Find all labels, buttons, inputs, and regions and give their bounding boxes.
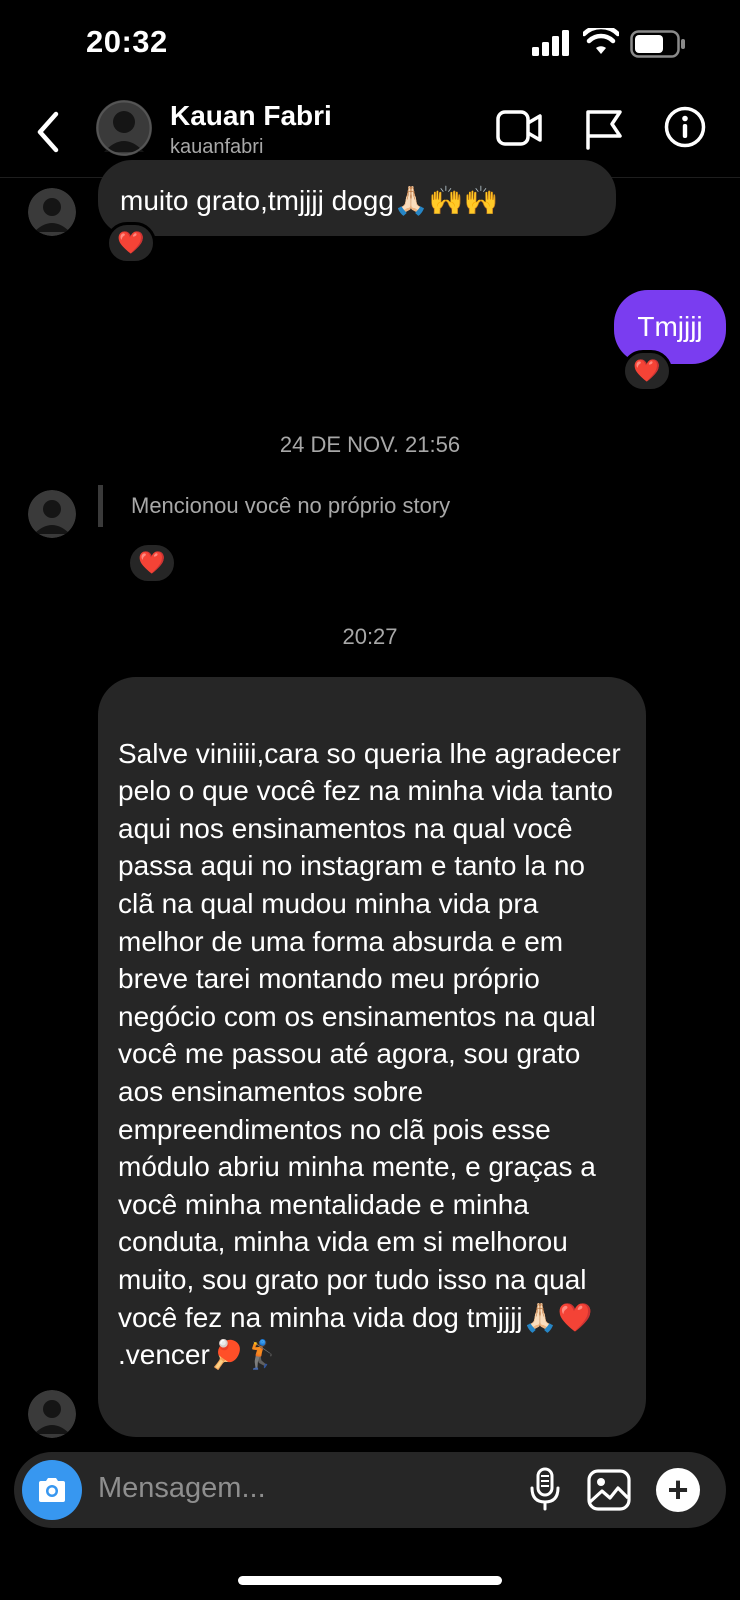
- contact-avatar[interactable]: [96, 100, 152, 156]
- message-text: Salve viniiii,cara so queria lhe agradec…: [118, 737, 621, 1371]
- status-time: 20:32: [86, 24, 168, 59]
- gallery-icon[interactable]: [586, 1468, 632, 1512]
- wifi-icon: [583, 28, 619, 54]
- story-mention-text: Mencionou você no próprio story: [131, 493, 451, 518]
- message-composer: Mensagem... +: [14, 1452, 726, 1528]
- contact-name[interactable]: Kauan Fabri: [170, 100, 332, 132]
- battery-icon: [630, 30, 685, 58]
- flag-icon[interactable]: [584, 108, 624, 150]
- status-bar: 20:32: [0, 0, 740, 90]
- contact-username[interactable]: kauanfabri: [170, 136, 263, 159]
- message-bubble[interactable]: Salve viniiii,cara so queria lhe agradec…: [98, 677, 646, 1437]
- heart-reaction[interactable]: ❤️: [622, 350, 672, 392]
- microphone-icon[interactable]: [528, 1466, 562, 1512]
- heart-reaction[interactable]: ❤️: [127, 542, 177, 584]
- camera-icon: [39, 1478, 65, 1502]
- message-text: muito grato,tmjjjj dogg🙏🏻🙌🙌: [120, 185, 499, 216]
- message-bubble[interactable]: muito grato,tmjjjj dogg🙏🏻🙌🙌: [98, 160, 616, 236]
- story-mention[interactable]: Mencionou você no próprio story: [98, 485, 450, 527]
- info-icon[interactable]: [664, 106, 706, 148]
- sender-avatar[interactable]: [28, 188, 76, 236]
- home-indicator: [238, 1576, 502, 1585]
- timestamp: 20:27: [342, 624, 398, 649]
- message-input[interactable]: Mensagem...: [98, 1472, 266, 1505]
- sender-avatar[interactable]: [28, 490, 76, 538]
- camera-button[interactable]: [22, 1460, 82, 1520]
- cellular-signal-icon: [532, 30, 569, 56]
- sender-avatar[interactable]: [28, 1390, 76, 1438]
- message-text: Tmjjjj: [637, 311, 703, 342]
- timestamp: 24 DE NOV. 21:56: [279, 432, 461, 457]
- add-icon[interactable]: +: [656, 1468, 700, 1512]
- back-icon[interactable]: [30, 108, 66, 156]
- video-call-icon[interactable]: [496, 108, 542, 148]
- heart-reaction[interactable]: ❤️: [106, 222, 156, 264]
